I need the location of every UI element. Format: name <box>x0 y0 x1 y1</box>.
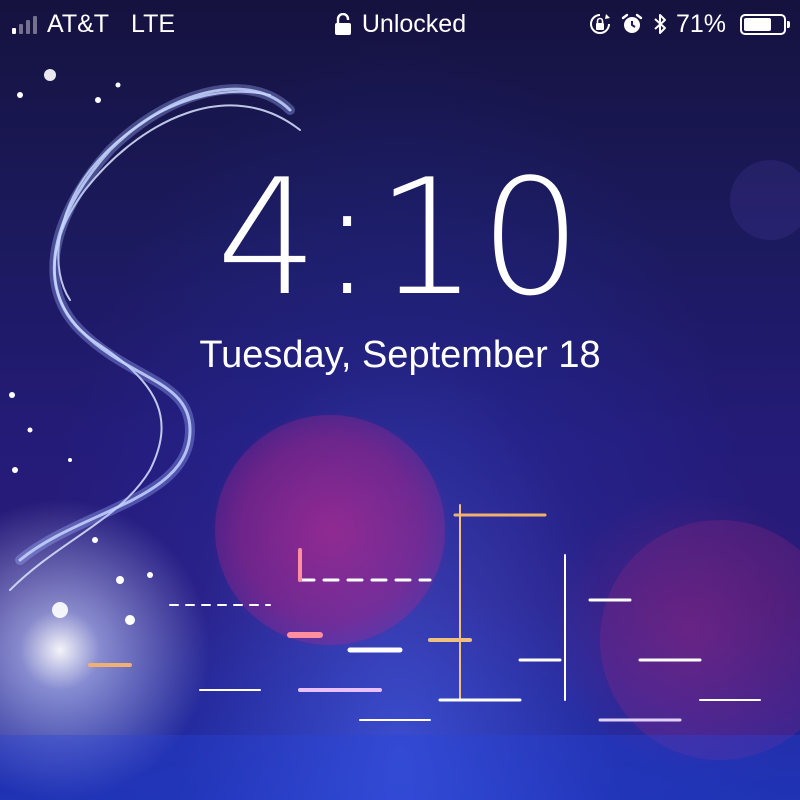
status-left: AT&T LTE <box>0 10 175 39</box>
orientation-lock-icon <box>588 12 612 36</box>
lockscreen-time: 4:10 <box>216 144 584 331</box>
wallpaper-art <box>0 69 800 800</box>
battery-percent: 71% <box>675 9 726 38</box>
status-bar: AT&T LTE Unlocked 71% <box>0 0 800 48</box>
battery-fill <box>744 17 771 31</box>
battery-icon <box>740 13 790 35</box>
wallpaper <box>0 0 800 800</box>
lock-status-label: Unlocked <box>361 9 467 38</box>
network-label: LTE <box>131 9 176 38</box>
battery-cap <box>787 20 790 28</box>
carrier-label: AT&T <box>47 9 110 38</box>
signal-icon <box>12 14 37 34</box>
bluetooth-icon <box>652 12 668 36</box>
lock-icon <box>334 13 352 35</box>
status-right: 71% <box>588 10 800 39</box>
lockscreen-date: Tuesday, September 18 <box>199 334 601 376</box>
alarm-icon <box>620 12 644 36</box>
